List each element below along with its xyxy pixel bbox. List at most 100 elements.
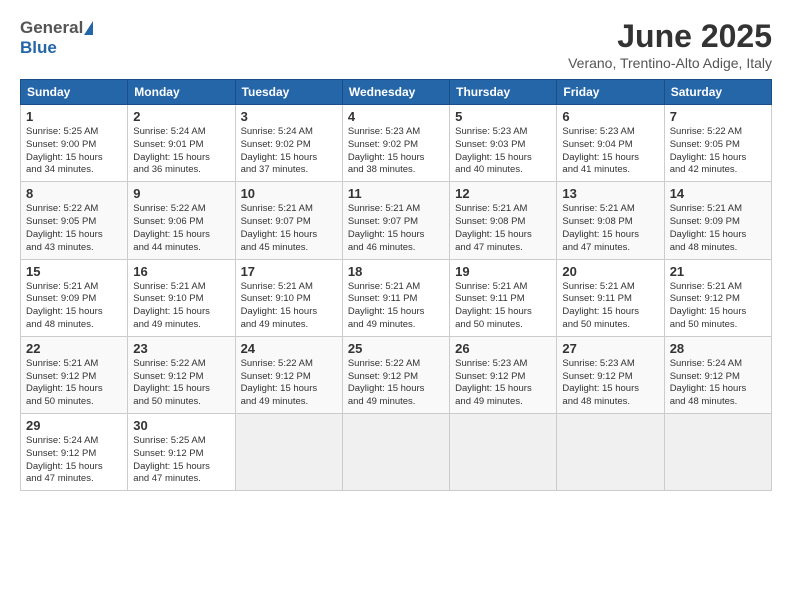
- day-number: 28: [670, 341, 766, 356]
- table-row: 7 Sunrise: 5:22 AM Sunset: 9:05 PM Daylig…: [664, 105, 771, 182]
- calendar: Sunday Monday Tuesday Wednesday Thursday…: [20, 79, 772, 491]
- day-info: Sunrise: 5:22 AM Sunset: 9:05 PM Dayligh…: [670, 126, 766, 177]
- day-number: 12: [455, 186, 551, 201]
- day-number: 14: [670, 186, 766, 201]
- day-info: Sunrise: 5:21 AM Sunset: 9:12 PM Dayligh…: [26, 358, 122, 409]
- day-info: Sunrise: 5:23 AM Sunset: 9:12 PM Dayligh…: [562, 358, 658, 409]
- day-number: 25: [348, 341, 444, 356]
- table-row: [664, 414, 771, 491]
- table-row: 25 Sunrise: 5:22 AM Sunset: 9:12 PM Dayli…: [342, 336, 449, 413]
- day-info: Sunrise: 5:21 AM Sunset: 9:09 PM Dayligh…: [670, 203, 766, 254]
- calendar-week-row: 8 Sunrise: 5:22 AM Sunset: 9:05 PM Daylig…: [21, 182, 772, 259]
- table-row: 28Sunrise: 5:24 AM Sunset: 9:12 PM Dayli…: [664, 336, 771, 413]
- table-row: [450, 414, 557, 491]
- day-number: 3: [241, 109, 337, 124]
- day-info: Sunrise: 5:21 AM Sunset: 9:10 PM Dayligh…: [241, 281, 337, 332]
- table-row: 23 Sunrise: 5:22 AM Sunset: 9:12 PM Dayli…: [128, 336, 235, 413]
- table-row: 2 Sunrise: 5:24 AM Sunset: 9:01 PM Daylig…: [128, 105, 235, 182]
- calendar-week-row: 22Sunrise: 5:21 AM Sunset: 9:12 PM Dayli…: [21, 336, 772, 413]
- day-info: Sunrise: 5:23 AM Sunset: 9:04 PM Dayligh…: [562, 126, 658, 177]
- calendar-week-row: 29 Sunrise: 5:24 AM Sunset: 9:12 PM Dayli…: [21, 414, 772, 491]
- table-row: 30Sunrise: 5:25 AM Sunset: 9:12 PM Dayli…: [128, 414, 235, 491]
- day-number: 13: [562, 186, 658, 201]
- table-row: 18 Sunrise: 5:21 AM Sunset: 9:11 PM Dayli…: [342, 259, 449, 336]
- page: General Blue June 2025 Verano, Trentino-…: [0, 0, 792, 612]
- day-info: Sunrise: 5:22 AM Sunset: 9:05 PM Dayligh…: [26, 203, 122, 254]
- day-number: 17: [241, 264, 337, 279]
- col-thursday: Thursday: [450, 80, 557, 105]
- day-info: Sunrise: 5:24 AM Sunset: 9:12 PM Dayligh…: [26, 435, 122, 486]
- day-number: 27: [562, 341, 658, 356]
- day-info: Sunrise: 5:24 AM Sunset: 9:01 PM Dayligh…: [133, 126, 229, 177]
- day-number: 18: [348, 264, 444, 279]
- day-number: 7: [670, 109, 766, 124]
- day-info: Sunrise: 5:22 AM Sunset: 9:12 PM Dayligh…: [133, 358, 229, 409]
- day-info: Sunrise: 5:21 AM Sunset: 9:08 PM Dayligh…: [455, 203, 551, 254]
- table-row: 27 Sunrise: 5:23 AM Sunset: 9:12 PM Dayli…: [557, 336, 664, 413]
- day-info: Sunrise: 5:25 AM Sunset: 9:00 PM Dayligh…: [26, 126, 122, 177]
- day-info: Sunrise: 5:21 AM Sunset: 9:07 PM Dayligh…: [241, 203, 337, 254]
- day-info: Sunrise: 5:21 AM Sunset: 9:11 PM Dayligh…: [562, 281, 658, 332]
- day-info: Sunrise: 5:21 AM Sunset: 9:11 PM Dayligh…: [348, 281, 444, 332]
- header: General Blue June 2025 Verano, Trentino-…: [20, 18, 772, 71]
- table-row: 19 Sunrise: 5:21 AM Sunset: 9:11 PM Dayli…: [450, 259, 557, 336]
- table-row: 20 Sunrise: 5:21 AM Sunset: 9:11 PM Dayli…: [557, 259, 664, 336]
- table-row: 8 Sunrise: 5:22 AM Sunset: 9:05 PM Daylig…: [21, 182, 128, 259]
- table-row: 5Sunrise: 5:23 AM Sunset: 9:03 PM Daylig…: [450, 105, 557, 182]
- title-section: June 2025 Verano, Trentino-Alto Adige, I…: [568, 18, 772, 71]
- day-number: 5: [455, 109, 551, 124]
- col-wednesday: Wednesday: [342, 80, 449, 105]
- day-number: 30: [133, 418, 229, 433]
- col-saturday: Saturday: [664, 80, 771, 105]
- table-row: 16 Sunrise: 5:21 AM Sunset: 9:10 PM Dayli…: [128, 259, 235, 336]
- table-row: 9Sunrise: 5:22 AM Sunset: 9:06 PM Daylig…: [128, 182, 235, 259]
- logo-blue: Blue: [20, 38, 57, 58]
- table-row: 11 Sunrise: 5:21 AM Sunset: 9:07 PM Dayli…: [342, 182, 449, 259]
- day-info: Sunrise: 5:21 AM Sunset: 9:09 PM Dayligh…: [26, 281, 122, 332]
- day-number: 24: [241, 341, 337, 356]
- subtitle: Verano, Trentino-Alto Adige, Italy: [568, 55, 772, 71]
- day-info: Sunrise: 5:22 AM Sunset: 9:12 PM Dayligh…: [348, 358, 444, 409]
- month-title: June 2025: [568, 18, 772, 55]
- logo: General Blue: [20, 18, 93, 58]
- day-number: 16: [133, 264, 229, 279]
- day-number: 19: [455, 264, 551, 279]
- day-number: 1: [26, 109, 122, 124]
- day-number: 11: [348, 186, 444, 201]
- logo-triangle-icon: [84, 21, 93, 35]
- col-friday: Friday: [557, 80, 664, 105]
- col-sunday: Sunday: [21, 80, 128, 105]
- table-row: [235, 414, 342, 491]
- day-number: 21: [670, 264, 766, 279]
- table-row: 12 Sunrise: 5:21 AM Sunset: 9:08 PM Dayli…: [450, 182, 557, 259]
- day-number: 6: [562, 109, 658, 124]
- table-row: 1 Sunrise: 5:25 AM Sunset: 9:00 PM Daylig…: [21, 105, 128, 182]
- day-info: Sunrise: 5:21 AM Sunset: 9:08 PM Dayligh…: [562, 203, 658, 254]
- day-info: Sunrise: 5:21 AM Sunset: 9:12 PM Dayligh…: [670, 281, 766, 332]
- table-row: 17 Sunrise: 5:21 AM Sunset: 9:10 PM Dayli…: [235, 259, 342, 336]
- day-number: 26: [455, 341, 551, 356]
- table-row: 21 Sunrise: 5:21 AM Sunset: 9:12 PM Dayli…: [664, 259, 771, 336]
- table-row: 14 Sunrise: 5:21 AM Sunset: 9:09 PM Dayli…: [664, 182, 771, 259]
- day-info: Sunrise: 5:21 AM Sunset: 9:07 PM Dayligh…: [348, 203, 444, 254]
- table-row: 29 Sunrise: 5:24 AM Sunset: 9:12 PM Dayli…: [21, 414, 128, 491]
- table-row: 13 Sunrise: 5:21 AM Sunset: 9:08 PM Dayli…: [557, 182, 664, 259]
- table-row: 6 Sunrise: 5:23 AM Sunset: 9:04 PM Daylig…: [557, 105, 664, 182]
- day-number: 23: [133, 341, 229, 356]
- day-number: 8: [26, 186, 122, 201]
- day-info: Sunrise: 5:22 AM Sunset: 9:12 PM Dayligh…: [241, 358, 337, 409]
- day-number: 2: [133, 109, 229, 124]
- table-row: 15 Sunrise: 5:21 AM Sunset: 9:09 PM Dayli…: [21, 259, 128, 336]
- day-info: Sunrise: 5:21 AM Sunset: 9:10 PM Dayligh…: [133, 281, 229, 332]
- day-number: 15: [26, 264, 122, 279]
- table-row: [557, 414, 664, 491]
- day-info: Sunrise: 5:23 AM Sunset: 9:02 PM Dayligh…: [348, 126, 444, 177]
- table-row: [342, 414, 449, 491]
- day-number: 29: [26, 418, 122, 433]
- day-info: Sunrise: 5:22 AM Sunset: 9:06 PM Dayligh…: [133, 203, 229, 254]
- calendar-week-row: 15 Sunrise: 5:21 AM Sunset: 9:09 PM Dayli…: [21, 259, 772, 336]
- day-number: 20: [562, 264, 658, 279]
- day-info: Sunrise: 5:21 AM Sunset: 9:11 PM Dayligh…: [455, 281, 551, 332]
- day-number: 4: [348, 109, 444, 124]
- calendar-week-row: 1 Sunrise: 5:25 AM Sunset: 9:00 PM Daylig…: [21, 105, 772, 182]
